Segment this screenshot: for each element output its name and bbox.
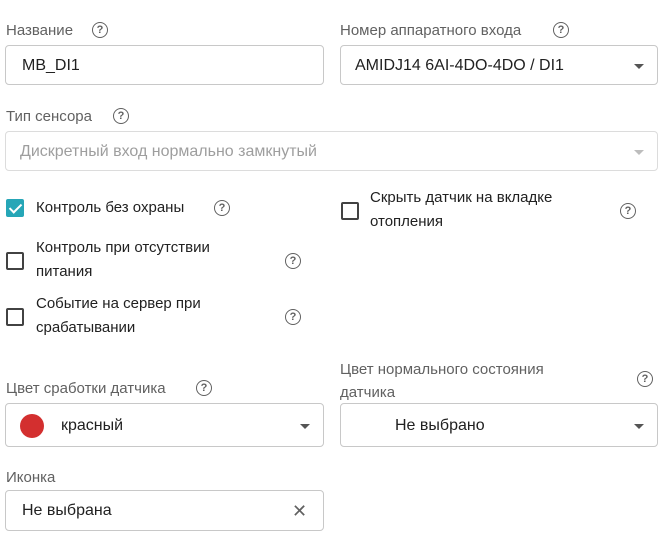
- trigger-color-label: Цвет сработки датчика: [6, 380, 166, 397]
- control-power-loss-label: Контроль при отсутствии питания: [36, 239, 210, 280]
- control-without-guard-label: Контроль без охраны: [36, 199, 185, 216]
- name-label: Название: [6, 22, 74, 39]
- help-icon[interactable]: ?: [92, 22, 108, 38]
- help-icon[interactable]: ?: [285, 253, 301, 269]
- control-power-loss-checkbox[interactable]: [6, 252, 24, 270]
- icon-label: Иконка: [6, 469, 56, 486]
- sensor-type-select[interactable]: Дискретный вход нормально замкнутый: [5, 131, 658, 171]
- normal-color-label: Цвет нормального состояния датчика: [340, 361, 544, 401]
- chevron-down-icon: [634, 150, 644, 155]
- close-icon[interactable]: ✕: [292, 502, 307, 520]
- help-icon[interactable]: ?: [620, 203, 636, 219]
- help-icon[interactable]: ?: [214, 200, 230, 216]
- help-icon[interactable]: ?: [113, 108, 129, 124]
- name-input[interactable]: MB_DI1: [5, 45, 324, 85]
- name-input-value: MB_DI1: [22, 57, 80, 74]
- sensor-type-value: Дискретный вход нормально замкнутый: [20, 143, 317, 160]
- trigger-color-select[interactable]: красный: [5, 403, 324, 447]
- sensor-type-label: Тип сенсора: [6, 108, 92, 125]
- event-to-server-label: Событие на сервер при срабатывании: [36, 295, 201, 336]
- icon-value: Не выбрана: [22, 502, 112, 519]
- normal-color-select[interactable]: Не выбрано: [340, 403, 658, 447]
- chevron-down-icon: [300, 424, 310, 429]
- hw-input-value: AMIDJ14 6AI-4DO-4DO / DI1: [355, 57, 564, 74]
- trigger-color-value: красный: [61, 417, 124, 434]
- chevron-down-icon: [634, 64, 644, 69]
- help-icon[interactable]: ?: [285, 309, 301, 325]
- chevron-down-icon: [634, 424, 644, 429]
- icon-select[interactable]: Не выбрана ✕: [5, 490, 324, 531]
- control-without-guard-checkbox[interactable]: [6, 199, 24, 217]
- event-to-server-checkbox[interactable]: [6, 308, 24, 326]
- hw-input-label: Номер аппаратного входа: [340, 22, 522, 39]
- color-swatch: [20, 414, 44, 438]
- normal-color-value: Не выбрано: [395, 417, 485, 434]
- hide-heating-label: Скрыть датчик на вкладке отопления: [370, 189, 553, 230]
- hide-heating-checkbox[interactable]: [341, 202, 359, 220]
- hw-input-select[interactable]: AMIDJ14 6AI-4DO-4DO / DI1: [340, 45, 658, 85]
- help-icon[interactable]: ?: [553, 22, 569, 38]
- help-icon[interactable]: ?: [637, 371, 653, 387]
- help-icon[interactable]: ?: [196, 380, 212, 396]
